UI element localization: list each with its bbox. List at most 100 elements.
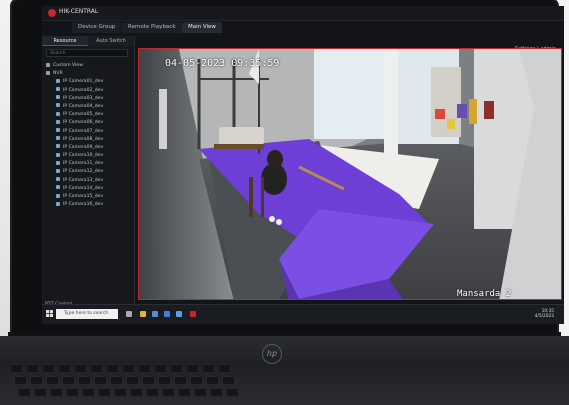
tree-camera-item[interactable]: IP Camera08_dev <box>46 136 132 144</box>
keyboard-key <box>194 388 207 397</box>
tree-item-label: IP Camera08_dev <box>63 136 104 142</box>
tree-camera-item[interactable]: IP Camera10_dev <box>46 152 132 160</box>
camera-icon <box>56 185 60 190</box>
hik-central-taskbar-icon[interactable] <box>190 311 196 317</box>
tree-item-label: IP Camera06_dev <box>63 120 104 126</box>
tree-item-label: IP Camera14_dev <box>63 185 104 191</box>
taskbar-clock[interactable]: 10:35 4/5/2023 <box>535 309 554 319</box>
tab-main-view[interactable]: Main View <box>182 22 222 33</box>
keyboard-key <box>222 376 235 385</box>
tree-camera-item[interactable]: IP Camera01_dev <box>46 78 132 86</box>
laptop-keyboard-deck <box>0 336 569 405</box>
video-timestamp: 04-05-2023 09:35:59 <box>165 58 280 69</box>
keyboard-key <box>202 364 215 373</box>
laptop-screen: HIK-CENTRAL Device Group Remote Playback… <box>42 6 564 324</box>
sidebar-tab-auto-switch[interactable]: Auto Switch <box>88 36 134 46</box>
tree-camera-item[interactable]: IP Camera12_dev <box>46 168 132 176</box>
keyboard-key <box>122 364 135 373</box>
keyboard-key <box>114 388 127 397</box>
tree-item-label: IP Camera01_dev <box>63 79 104 85</box>
sidebar-search-input[interactable]: Search <box>46 49 128 57</box>
keyboard-key <box>206 376 219 385</box>
tree-item-label: IP Camera03_dev <box>63 95 104 101</box>
keyboard-key <box>26 364 39 373</box>
tree-item-label: IP Camera16_dev <box>63 202 104 208</box>
windows-start-icon[interactable] <box>46 310 53 317</box>
camera-icon <box>56 201 60 206</box>
tree-camera-item[interactable]: IP Camera09_dev <box>46 144 132 152</box>
tree-item-label: Custom View <box>53 63 83 68</box>
live-video-pane[interactable]: 04-05-2023 09:35:59 Mansarda 2 <box>138 48 562 300</box>
folder-icon <box>46 62 50 67</box>
task-view-icon[interactable] <box>126 311 132 317</box>
tree-camera-item[interactable]: IP Camera11_dev <box>46 160 132 168</box>
camera-icon <box>56 119 60 124</box>
keyboard-key <box>94 376 107 385</box>
tree-camera-item[interactable]: IP Camera16_dev <box>46 201 132 209</box>
app-logo-icon <box>48 9 56 17</box>
store-icon[interactable] <box>164 311 170 317</box>
keyboard-key <box>78 376 91 385</box>
tree-item-label: IP Camera15_dev <box>63 194 104 199</box>
keyboard-key <box>126 376 139 385</box>
camera-icon <box>56 111 60 116</box>
keyboard-key <box>178 388 191 397</box>
sidebar-tab-resource[interactable]: Resource <box>42 36 88 46</box>
tree-item-label: IP Camera09_dev <box>63 144 104 150</box>
tree-item-label: IP Camera12_dev <box>63 169 104 175</box>
camera-icon <box>56 168 60 173</box>
camera-icon <box>56 160 60 165</box>
camera-icon <box>56 87 60 92</box>
tree-camera-item[interactable]: IP Camera07_dev <box>46 128 132 136</box>
keyboard-key <box>162 388 175 397</box>
taskbar-date: 4/5/2023 <box>534 314 554 319</box>
camera-icon <box>56 103 60 108</box>
tree-camera-item[interactable]: IP Camera04_dev <box>46 103 132 111</box>
file-explorer-icon[interactable] <box>140 311 146 317</box>
taskbar-search-input[interactable]: Type here to search <box>56 309 118 319</box>
tree-camera-item[interactable]: IP Camera14_dev <box>46 185 132 193</box>
keyboard-key <box>174 376 187 385</box>
keyboard-key <box>186 364 199 373</box>
tree-camera-item[interactable]: IP Camera13_dev <box>46 177 132 185</box>
keyboard-key <box>14 376 27 385</box>
keyboard-key <box>142 376 155 385</box>
tab-remote-playback[interactable]: Remote Playback <box>122 22 182 33</box>
photo-background: HIK-CENTRAL Device Group Remote Playback… <box>0 0 569 405</box>
keyboard-key <box>18 388 31 397</box>
tree-camera-item[interactable]: IP Camera06_dev <box>46 119 132 127</box>
folder-icon <box>46 70 50 75</box>
tree-item-label: IP Camera04_dev <box>63 103 104 109</box>
keyboard-key <box>154 364 167 373</box>
mail-icon[interactable] <box>176 311 182 317</box>
tree-group-item[interactable]: Custom View <box>46 62 132 70</box>
keyboard-key <box>218 364 231 373</box>
keyboard-key <box>190 376 203 385</box>
keyboard-key <box>170 364 183 373</box>
camera-icon <box>56 193 60 198</box>
tree-item-label: NVR <box>53 71 63 77</box>
tree-item-label: IP Camera07_dev <box>63 128 104 134</box>
tree-camera-item[interactable]: IP Camera02_dev <box>46 87 132 95</box>
keyboard-key <box>66 388 79 397</box>
keyboard-key <box>74 364 87 373</box>
camera-feed-image <box>139 49 561 299</box>
resource-sidebar: Resource Auto Switch Search Custom View N… <box>42 36 135 314</box>
keyboard-key <box>130 388 143 397</box>
keyboard-key <box>110 376 123 385</box>
hp-logo: hp <box>262 344 282 364</box>
keyboard-key <box>158 376 171 385</box>
tree-item-label: IP Camera02_dev <box>63 87 104 93</box>
edge-browser-icon[interactable] <box>152 311 158 317</box>
keyboard-key <box>62 376 75 385</box>
tree-camera-item[interactable]: IP Camera05_dev <box>46 111 132 119</box>
camera-icon <box>56 95 60 100</box>
tab-device-group[interactable]: Device Group <box>72 22 122 33</box>
tree-camera-item[interactable]: IP Camera15_dev <box>46 193 132 201</box>
camera-icon <box>56 152 60 157</box>
video-camera-label: Mansarda 2 <box>457 289 512 299</box>
tree-camera-item[interactable]: IP Camera03_dev <box>46 95 132 103</box>
tree-item-label: IP Camera10_dev <box>63 153 104 159</box>
keyboard-key <box>90 364 103 373</box>
tree-group-item[interactable]: NVR <box>46 70 132 78</box>
